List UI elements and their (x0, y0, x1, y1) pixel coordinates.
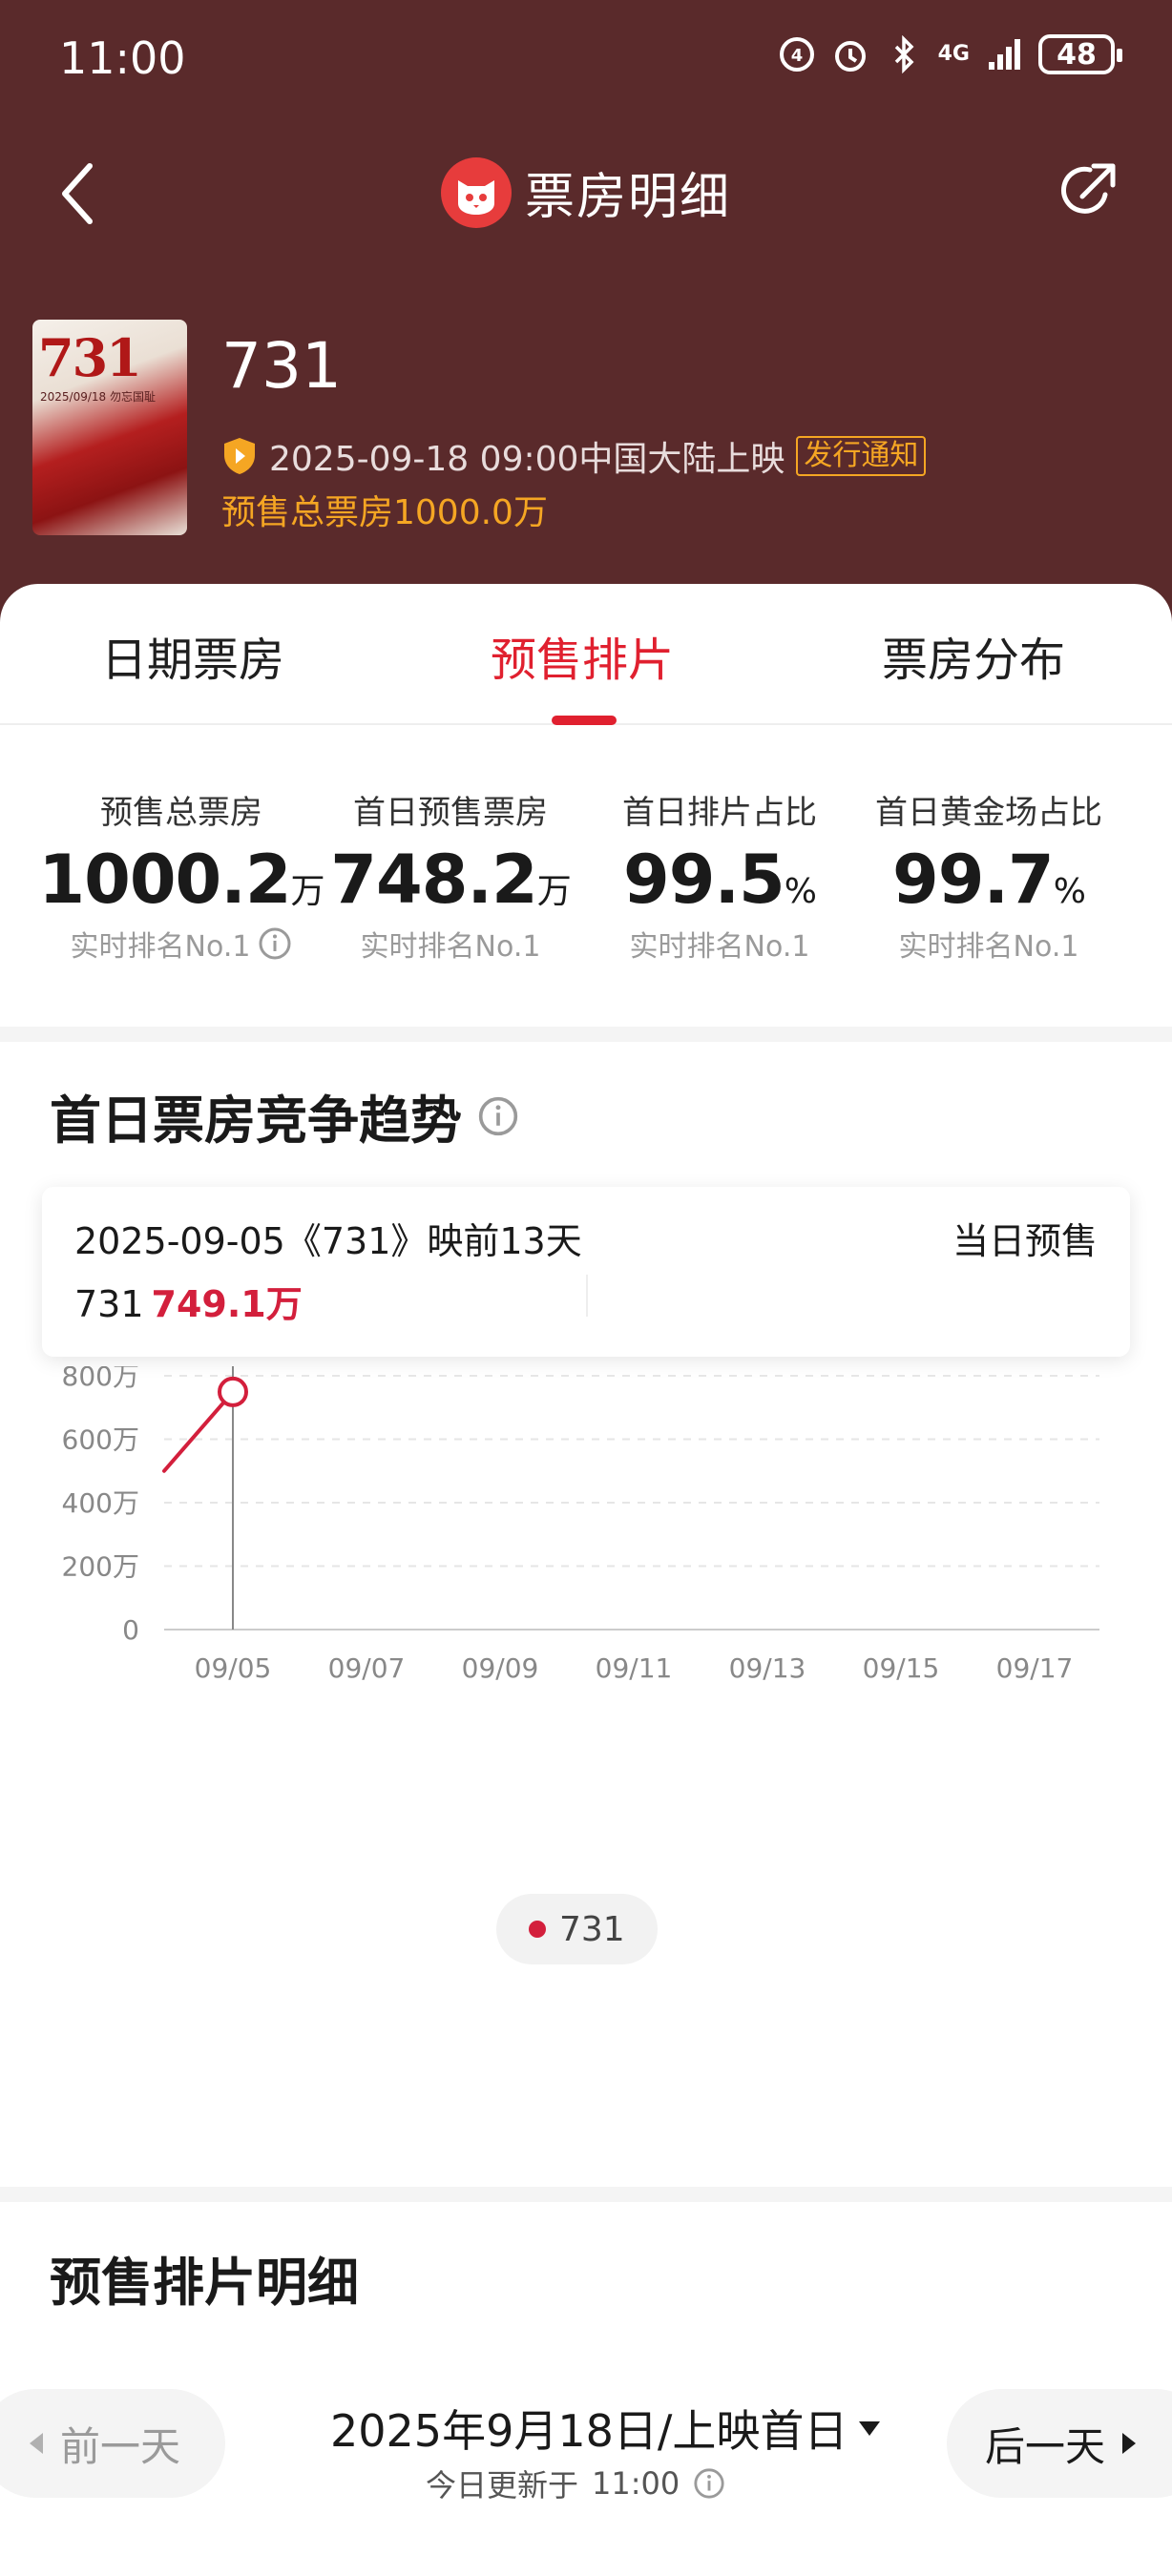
nav-title-group: 票房明细 (0, 156, 1172, 228)
stat-rank: 实时排名No.1 (629, 930, 810, 964)
y-tick-label: 800万 (62, 1366, 139, 1392)
signal-icon (989, 39, 1020, 70)
stat-value: 1000.2万 (38, 841, 324, 919)
status-time: 11:00 (59, 32, 186, 84)
date-selector[interactable]: 2025年9月18日/上映首日 (330, 2397, 882, 2460)
info-icon[interactable] (477, 1095, 519, 1137)
y-tick-label: 400万 (62, 1487, 139, 1519)
stat-firstday-schedule-share: 首日排片占比 99.5% 实时排名No.1 (576, 786, 863, 965)
stat-label: 首日排片占比 (622, 794, 817, 832)
x-tick-label: 09/09 (462, 1652, 539, 1684)
poster-title: 731 (38, 327, 142, 388)
movie-title: 731 (221, 329, 342, 403)
info-icon[interactable] (258, 926, 292, 961)
stat-presale-total: 预售总票房 1000.2万 实时排名No.1 (38, 786, 324, 965)
stat-firstday-presale: 首日预售票房 748.2万 实时排名No.1 (307, 786, 594, 965)
bluetooth-icon (894, 35, 914, 73)
schedule-section-title: 预售排片明细 (50, 2253, 359, 2313)
legend-label: 731 (559, 1909, 625, 1949)
stat-value: 748.2万 (330, 841, 571, 919)
network-type: 4G (937, 42, 970, 66)
series-line (162, 1389, 235, 1473)
highlight-point (218, 1376, 248, 1407)
stats-row: 预售总票房 1000.2万 实时排名No.1 首日预售票房 748.2万 实时排… (0, 786, 1172, 977)
x-tick-label: 09/13 (729, 1652, 806, 1684)
presale-total: 预售总票房1000.0万 (221, 493, 548, 532)
trend-chart[interactable]: 0 200万 400万 600万 800万 09/05 09/07 09/09 09/11 09/… (0, 1366, 1172, 1767)
section-divider (0, 2187, 1172, 2202)
poster-subtitle: 2025/09/18 勿忘国耻 (40, 390, 156, 404)
tab-boxoffice-distribution[interactable]: 票房分布 (882, 622, 1065, 689)
movie-poster[interactable]: 731 2025/09/18 勿忘国耻 (32, 320, 187, 535)
stat-label: 预售总票房 (100, 794, 262, 832)
x-tick-label: 09/15 (863, 1652, 940, 1684)
y-tick-label: 600万 (62, 1424, 139, 1456)
nav-bar: 票房明细 (0, 143, 1172, 248)
update-time: 今日更新于 11:00 (426, 2462, 725, 2505)
stat-rank: 实时排名No.1 (898, 930, 1079, 964)
stat-rank: 实时排名No.1 (38, 923, 324, 965)
legend-dot (529, 1921, 546, 1938)
status-icons: 4 4G 48 (778, 34, 1122, 74)
cat-logo-icon (440, 156, 512, 228)
x-tick-label: 09/05 (195, 1652, 272, 1684)
release-date: 2025-09-18 09:00中国大陆上映 (269, 440, 785, 479)
x-tick-label: 09/11 (596, 1652, 673, 1684)
share-icon[interactable] (1050, 156, 1122, 229)
tooltip-series: 731 749.1万 (74, 1283, 303, 1325)
hd-call-icon: 4 (779, 37, 814, 72)
x-tick-label: 09/17 (996, 1652, 1074, 1684)
caret-right-icon (1122, 2433, 1137, 2454)
info-icon[interactable] (693, 2467, 725, 2500)
tab-date-boxoffice[interactable]: 日期票房 (101, 622, 284, 689)
battery-indicator: 48 (1038, 34, 1122, 74)
stat-label: 首日黄金场占比 (875, 794, 1102, 832)
page-title: 票房明细 (524, 169, 731, 226)
alarm-icon (834, 41, 866, 72)
tooltip-date: 2025-09-05《731》映前13天 (74, 1220, 582, 1262)
section-divider (0, 1027, 1172, 1042)
stat-firstday-golden-share: 首日黄金场占比 99.7% 实时排名No.1 (846, 786, 1132, 965)
day-navigator: 前一天 2025年9月18日/上映首日 今日更新于 11:00 后一天 (0, 2389, 1172, 2503)
status-bar: 11:00 4 4G 48 (0, 0, 1172, 114)
stat-rank: 实时排名No.1 (360, 930, 541, 964)
caret-left-icon (29, 2433, 43, 2454)
prev-day-button[interactable]: 前一天 (0, 2389, 225, 2498)
tab-bar: 日期票房 预售排片 票房分布 (0, 584, 1172, 725)
stat-label: 首日预售票房 (353, 794, 548, 832)
svg-text:4: 4 (790, 46, 803, 66)
next-day-button[interactable]: 后一天 (947, 2389, 1172, 2498)
tab-presale-schedule[interactable]: 预售排片 (491, 622, 674, 689)
stat-value: 99.5% (623, 841, 817, 919)
tab-active-indicator (552, 716, 617, 725)
caret-down-icon (859, 2421, 881, 2436)
chart-tooltip: 2025-09-05《731》映前13天 当日预售 731 749.1万 (42, 1187, 1130, 1357)
chart-legend[interactable]: 731 (496, 1894, 658, 1964)
tooltip-type: 当日预售 (952, 1220, 1098, 1262)
stat-value: 99.7% (892, 841, 1086, 919)
tooltip-separator (586, 1275, 588, 1317)
x-tick-label: 09/07 (328, 1652, 406, 1684)
release-info: 2025-09-18 09:00中国大陆上映 发行通知 (221, 431, 927, 481)
main-card: 日期票房 预售排片 票房分布 预售总票房 1000.2万 实时排名No.1 首日… (0, 584, 1172, 2576)
y-tick-label: 0 (122, 1614, 139, 1646)
release-notice-badge[interactable]: 发行通知 (796, 436, 927, 476)
trend-section-title: 首日票房竞争趋势 (50, 1078, 519, 1153)
shield-icon (224, 438, 255, 474)
y-tick-label: 200万 (62, 1551, 139, 1583)
